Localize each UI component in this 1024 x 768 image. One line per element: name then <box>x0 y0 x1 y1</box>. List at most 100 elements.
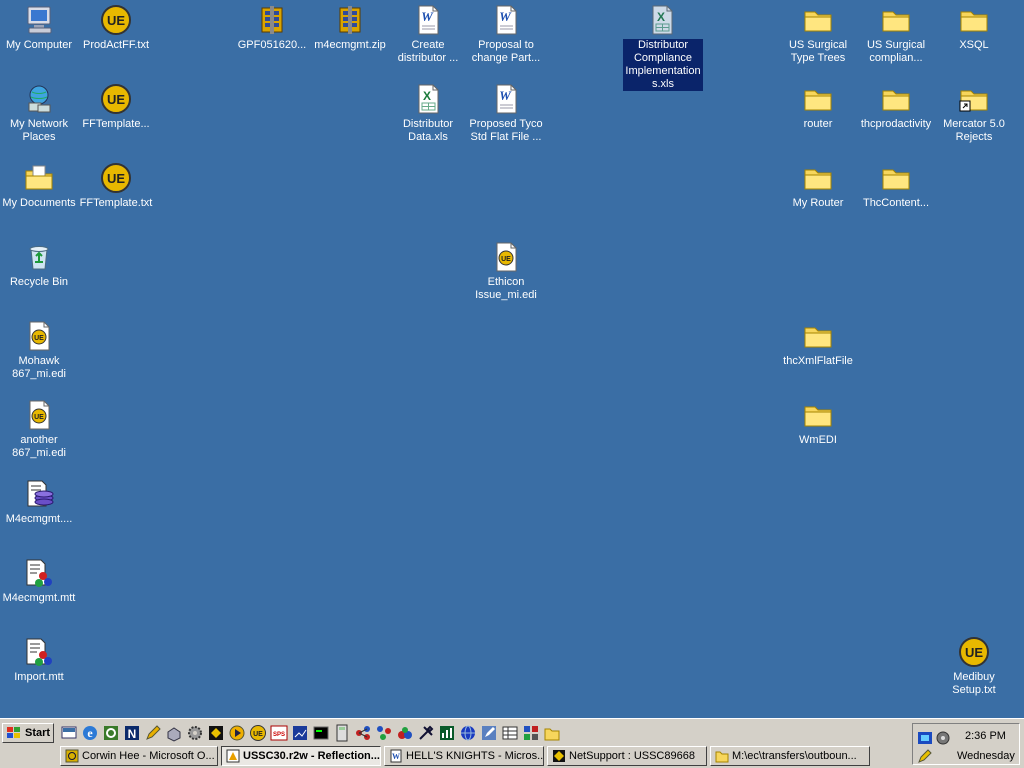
outlook-icon <box>65 749 79 763</box>
icon-label: Mohawk 867_mi.edi <box>12 355 66 380</box>
media-icon[interactable] <box>207 724 225 742</box>
task-button-word[interactable]: W HELL'S KNIGHTS - Micros... <box>384 746 544 766</box>
task-label: M:\ec\transfers\outboun... <box>732 750 857 762</box>
desktop-icon-thcprodactivity[interactable]: thcprodactivity <box>857 81 935 131</box>
network-icon[interactable] <box>354 724 372 742</box>
taskbar: Start e N UE SPS Corwin Hee - Microsoft … <box>0 718 1024 768</box>
folder-icon <box>804 169 832 190</box>
desktop-icon-proposed-tyco[interactable]: W Proposed Tyco Std Flat File ... <box>467 81 545 144</box>
clock-time[interactable]: 2:36 PM <box>965 730 1006 742</box>
start-button[interactable]: Start <box>2 723 54 743</box>
edi-document-icon: UE <box>29 400 50 430</box>
task-label: Corwin Hee - Microsoft O... <box>82 750 215 762</box>
internet-explorer-icon[interactable]: e <box>81 724 99 742</box>
icon-label: M4ecmgmt.mtt <box>2 592 76 604</box>
svg-text:W: W <box>392 752 400 761</box>
folder-icon[interactable] <box>543 724 561 742</box>
mercator-map-icon <box>27 480 54 507</box>
desktop-icon-router[interactable]: router <box>779 81 857 131</box>
gear-icon[interactable] <box>186 724 204 742</box>
word-document-icon: W <box>496 5 517 35</box>
network-places-icon <box>28 85 51 113</box>
network-tray-icon[interactable] <box>917 730 933 746</box>
grid-icon[interactable] <box>501 724 519 742</box>
task-buttons: Corwin Hee - Microsoft O... USSC30.r2w -… <box>60 746 870 767</box>
desktop-icon-proposal-change-part[interactable]: W Proposal to change Part... <box>467 2 545 65</box>
icon-label: US Surgical Type Trees <box>788 39 848 64</box>
netscape-icon[interactable]: N <box>123 724 141 742</box>
desktop-icon-my-documents[interactable]: My Documents <box>0 160 78 210</box>
molecule-icon[interactable] <box>375 724 393 742</box>
spss-icon[interactable]: SPS <box>270 724 288 742</box>
desktop-icon-my-computer[interactable]: My Computer <box>0 2 78 52</box>
icon-label: WmEDI <box>799 434 837 446</box>
desktop-icon-us-surgical-compliance[interactable]: US Surgical complian... <box>857 2 935 65</box>
calculator-icon[interactable] <box>333 724 351 742</box>
svg-text:X: X <box>423 89 431 103</box>
tools-icon[interactable] <box>417 724 435 742</box>
desktop-icon-ethicon-issue[interactable]: UE Ethicon Issue_mi.edi <box>467 239 545 302</box>
svg-text:UE: UE <box>253 731 263 738</box>
task-label: NetSupport : USSC89668 <box>569 750 695 762</box>
speaker-icon[interactable] <box>935 730 951 746</box>
pencil-icon[interactable] <box>144 724 162 742</box>
desktop-icon-my-router[interactable]: My Router <box>779 160 857 210</box>
desktop-icon-wmedi[interactable]: WmEDI <box>779 397 857 447</box>
desktop[interactable]: My Computer UE ProdActFF.txt GPF051620..… <box>0 0 1024 718</box>
desktop-icon-my-network-places[interactable]: My Network Places <box>0 81 78 144</box>
start-label: Start <box>25 727 51 739</box>
globe-icon[interactable] <box>459 724 477 742</box>
icon-label: FFTemplate.txt <box>79 197 153 209</box>
icon-label: My Computer <box>5 39 73 51</box>
svg-text:W: W <box>499 9 512 24</box>
molecule-icon[interactable] <box>396 724 414 742</box>
quick-launch-bar: e N UE SPS <box>60 724 561 744</box>
quicken-icon[interactable] <box>102 724 120 742</box>
media-player-icon[interactable] <box>228 724 246 742</box>
task-button-outlook[interactable]: Corwin Hee - Microsoft O... <box>60 746 218 766</box>
printer-icon[interactable] <box>165 724 183 742</box>
ultraedit-icon[interactable]: UE <box>249 724 267 742</box>
word-document-icon: W <box>418 5 439 35</box>
icon-label: Proposal to change Part... <box>471 39 541 64</box>
desktop-icon-distributor-data[interactable]: X Distributor Data.xls <box>389 81 467 144</box>
desktop-icon-import-mtt[interactable]: Import.mtt <box>0 634 78 684</box>
svg-text:UE: UE <box>34 335 44 342</box>
desktop-icon-m4ecmgmt-zip[interactable]: m4ecmgmt.zip <box>311 2 389 52</box>
desktop-icon-medibuy-setup[interactable]: UE Medibuy Setup.txt <box>935 634 1013 697</box>
desktop-icon-gpf0516[interactable]: GPF051620... <box>233 2 311 52</box>
desktop-icon-mercator-rejects[interactable]: Mercator 5.0 Rejects <box>935 81 1013 144</box>
desktop-icon-fftemplate-txt[interactable]: UE FFTemplate.txt <box>77 160 155 210</box>
desktop-icon-thccontent[interactable]: ThcContent... <box>857 160 935 210</box>
desktop-icon-thcxmlflatfile[interactable]: thcXmlFlatFile <box>779 318 857 368</box>
desktop-icon-create-distributor[interactable]: W Create distributor ... <box>389 2 467 65</box>
task-button-netsupport[interactable]: NetSupport : USSC89668 <box>547 746 707 766</box>
pen-tray-icon[interactable] <box>917 748 933 764</box>
show-desktop-icon[interactable] <box>60 724 78 742</box>
svg-text:UE: UE <box>107 171 125 186</box>
desktop-icon-mohawk-867[interactable]: UE Mohawk 867_mi.edi <box>0 318 78 381</box>
desktop-icon-distributor-compliance[interactable]: X Distributor Compliance Implementations… <box>623 2 703 91</box>
excel-document-icon: X <box>652 5 673 35</box>
chart-icon[interactable] <box>438 724 456 742</box>
analysis-icon[interactable] <box>291 724 309 742</box>
svg-text:W: W <box>421 9 434 24</box>
desktop-icon-m4ecmgmt-map[interactable]: M4ecmgmt.... <box>0 476 78 526</box>
desktop-icon-prodactff[interactable]: UE ProdActFF.txt <box>77 2 155 52</box>
desktop-icon-fftemplate-1[interactable]: UE FFTemplate... <box>77 81 155 131</box>
dashboard-icon[interactable] <box>522 724 540 742</box>
desktop-icon-xsql[interactable]: XSQL <box>935 2 1013 52</box>
desktop-icon-another-867[interactable]: UE another 867_mi.edi <box>0 397 78 460</box>
desktop-icon-recycle-bin[interactable]: Recycle Bin <box>0 239 78 289</box>
task-button-explorer-folder[interactable]: M:\ec\transfers\outboun... <box>710 746 870 766</box>
ultraedit-icon: UE <box>101 84 131 114</box>
terminal-icon[interactable] <box>312 724 330 742</box>
folder-icon <box>804 327 832 348</box>
desktop-icon-m4ecmgmt-mtt[interactable]: M4ecmgmt.mtt <box>0 555 78 605</box>
edit-icon[interactable] <box>480 724 498 742</box>
icon-label: thcprodactivity <box>860 118 932 130</box>
icon-label: Distributor Data.xls <box>402 118 454 143</box>
desktop-icon-us-surgical-type-trees[interactable]: US Surgical Type Trees <box>779 2 857 65</box>
svg-text:UE: UE <box>107 92 125 107</box>
task-button-reflection[interactable]: USSC30.r2w - Reflection... <box>221 746 381 766</box>
